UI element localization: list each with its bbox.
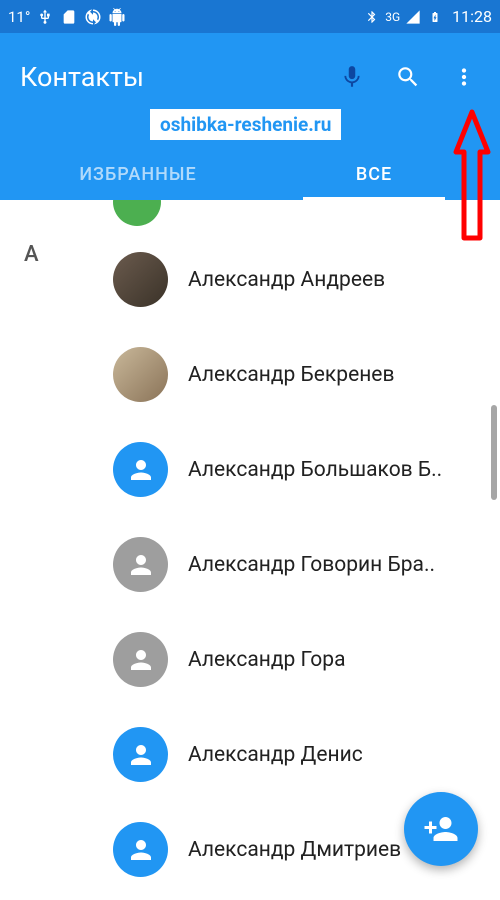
avatar [113,442,168,497]
contact-name: Александр Бекренев [188,363,394,387]
avatar [113,822,168,877]
contact-name: Александр Говорин Бра.. [188,553,435,577]
clock: 11:28 [452,7,492,26]
avatar [113,537,168,592]
contact-name: Александр Гора [188,648,346,672]
contact-item[interactable]: Александр Андреев [0,232,500,327]
avatar [113,347,168,402]
more-icon[interactable] [450,63,478,91]
temperature: 11° [8,8,30,26]
contact-name: Александр Денис [188,743,363,767]
status-right: 3G 11:28 [363,7,492,26]
sim-icon [60,8,78,26]
mic-icon[interactable] [338,63,366,91]
tabs: ИЗБРАННЫЕ ВСЕ [20,148,492,200]
search-icon[interactable] [394,63,422,91]
bluetooth-icon [363,8,381,26]
android-icon [108,8,126,26]
signal-icon [404,8,422,26]
contact-item[interactable]: Александр Гора [0,612,500,707]
app-bar-actions [338,63,478,91]
watermark: oshibka-reshenie.ru [150,109,341,140]
contact-item[interactable]: Александр Говорин Бра.. [0,517,500,612]
contact-name: Александр Андреев [188,268,385,292]
app-bar: Контакты oshibka-reshenie.ru ИЗБРАННЫЕ В… [0,33,500,200]
tab-all[interactable]: ВСЕ [256,148,492,200]
network-type: 3G [385,10,400,24]
sync-icon [84,8,102,26]
avatar [113,252,168,307]
contact-item[interactable]: Александр Денис [0,707,500,802]
page-title: Контакты [20,61,338,93]
section-letter: А [24,242,39,267]
battery-charging-icon [426,8,444,26]
contact-item[interactable]: Александр Большаков Б.. [0,422,500,517]
tab-favorites[interactable]: ИЗБРАННЫЕ [20,148,256,200]
usb-icon [36,8,54,26]
avatar [113,727,168,782]
app-bar-row: Контакты [20,49,492,105]
contact-name: Александр Большаков Б.. [188,458,442,482]
add-contact-fab[interactable] [404,792,478,866]
contact-name: Александр Дмитриев [188,838,401,862]
contact-item[interactable]: Александр Бекренев [0,327,500,422]
status-left: 11° [8,8,126,26]
status-bar: 11° 3G 11:28 [0,0,500,33]
avatar [113,632,168,687]
scrollbar[interactable] [491,405,497,500]
